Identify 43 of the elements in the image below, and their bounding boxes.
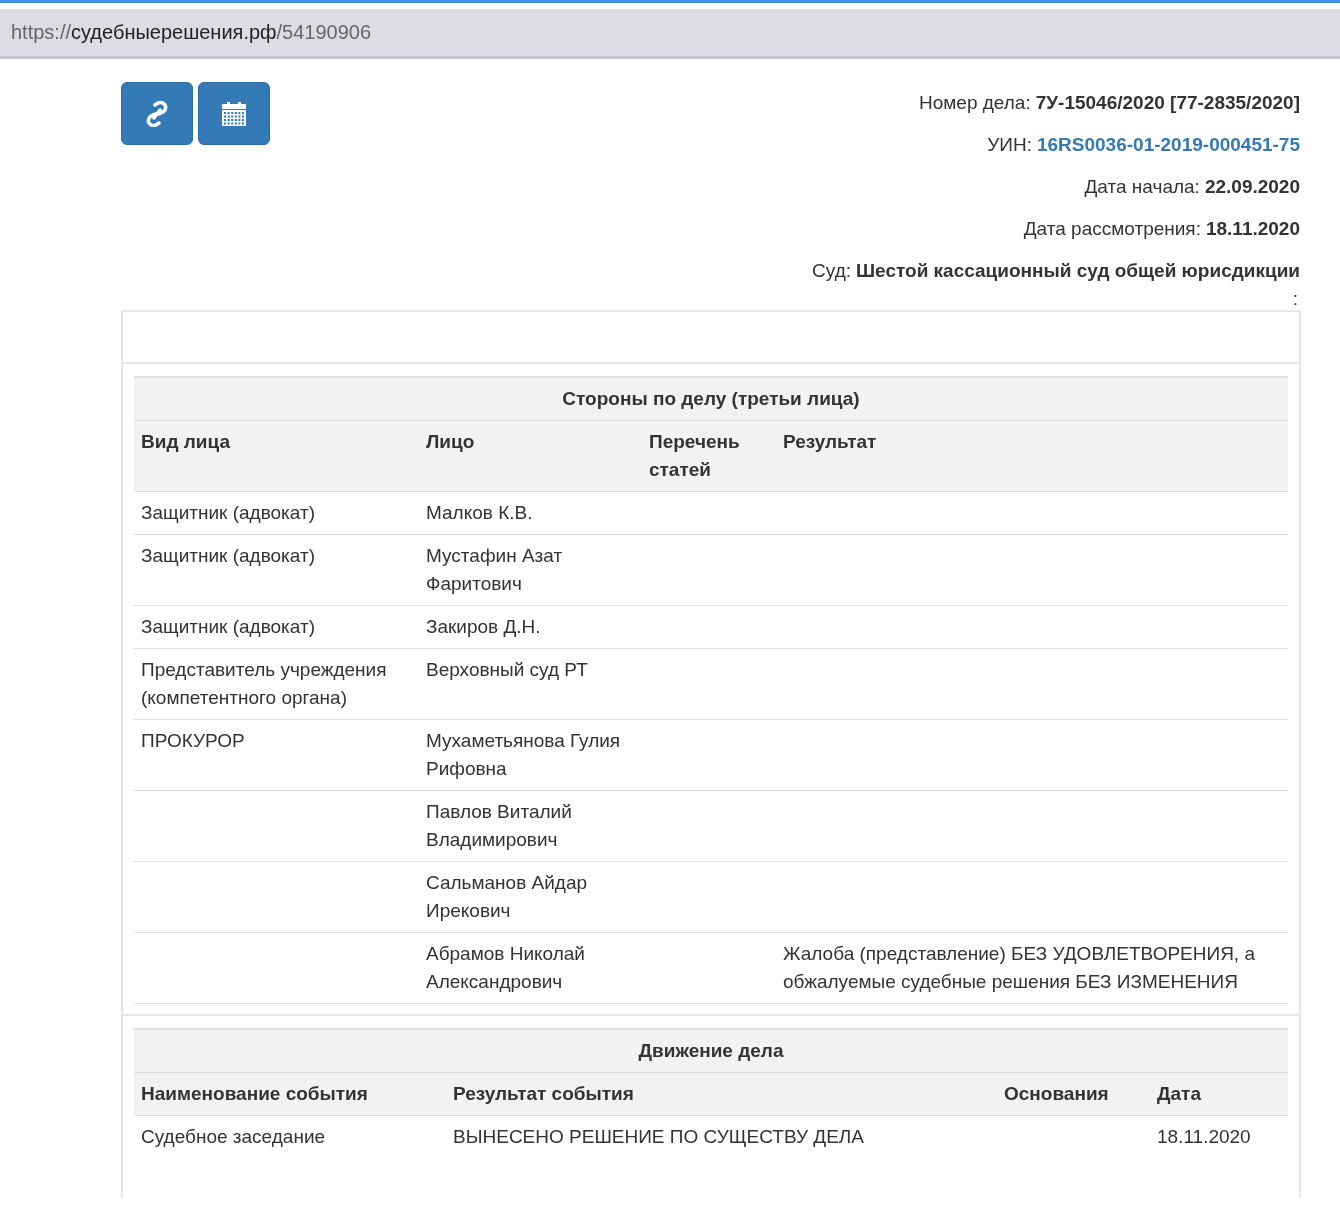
address-bar[interactable]: https://судебныерешения.рф/54190906 — [0, 9, 1340, 59]
table-title: Движение дела — [134, 1029, 1288, 1073]
link-button[interactable] — [121, 82, 193, 145]
table-cell: Малков К.В. — [426, 502, 533, 523]
column-header: Результат — [776, 420, 1288, 492]
table-title: Стороны по делу (третьи лица) — [134, 377, 1288, 421]
table-cell: Мустафин Азат Фаритович — [426, 545, 563, 594]
uin-link[interactable]: 16RS0036-01-2019-000451-75 — [1036, 134, 1300, 155]
column-header: Дата — [1150, 1072, 1288, 1116]
column-header: Перечень статей — [642, 420, 776, 492]
field-label: Дата рассмотрения: — [1023, 218, 1201, 239]
field-label: УИН: — [987, 134, 1032, 155]
column-header: Результат события — [446, 1072, 997, 1116]
table-cell: Защитник (адвокат) — [141, 502, 316, 523]
table-cell: Сальманов Айдар Ирекович — [426, 872, 588, 921]
column-header: Вид лица — [134, 420, 419, 492]
table-cell: 18.11.2020 — [1157, 1126, 1251, 1147]
table-cell: Верховный суд РТ — [426, 659, 588, 680]
field-label: Дата начала: — [1084, 176, 1200, 197]
calendar-button[interactable] — [198, 82, 270, 145]
table-cell: ВЫНЕСЕНО РЕШЕНИЕ ПО СУЩЕСТВУ ДЕЛА — [453, 1126, 864, 1147]
field-value: 18.11.2020 — [1205, 218, 1300, 239]
table-cell: Защитник (адвокат) — [141, 545, 316, 566]
field-value: Шестой кассационный суд общей юрисдикции — [856, 260, 1300, 281]
table-cell: Защитник (адвокат) — [141, 616, 316, 637]
table-cell: Абрамов Николай Александрович — [426, 943, 585, 992]
table-cell: Представитель учреждения (компетентного органа) — [141, 659, 387, 708]
table-cell: ПРОКУРОР — [141, 730, 245, 751]
table-cell: Закиров Д.Н. — [426, 616, 541, 637]
link-icon — [146, 100, 168, 127]
table-cell: Жалоба (представление) БЕЗ УДОВЛЕТВОРЕНИЯ, а обжалуемые судебные решения БЕЗ ИЗМЕНЕНИЯ — [783, 943, 1255, 992]
colon-mark: : — [1292, 288, 1298, 309]
field-label: Номер дела: — [918, 92, 1031, 113]
column-header: Основания — [997, 1072, 1150, 1116]
table-cell: Павлов Виталий Владимирович — [426, 801, 572, 850]
column-header: Лицо — [419, 420, 642, 492]
field-value: 22.09.2020 — [1204, 176, 1300, 197]
field-label: Суд: — [812, 260, 851, 281]
table-cell: Судебное заседание — [141, 1126, 326, 1147]
table-cell: Мухаметьянова Гулия Рифовна — [426, 730, 621, 779]
calendar-icon — [222, 101, 246, 126]
column-header: Наименование события — [134, 1072, 446, 1116]
field-value: 7У-15046/2020 [77-2835/2020] — [1035, 92, 1300, 113]
